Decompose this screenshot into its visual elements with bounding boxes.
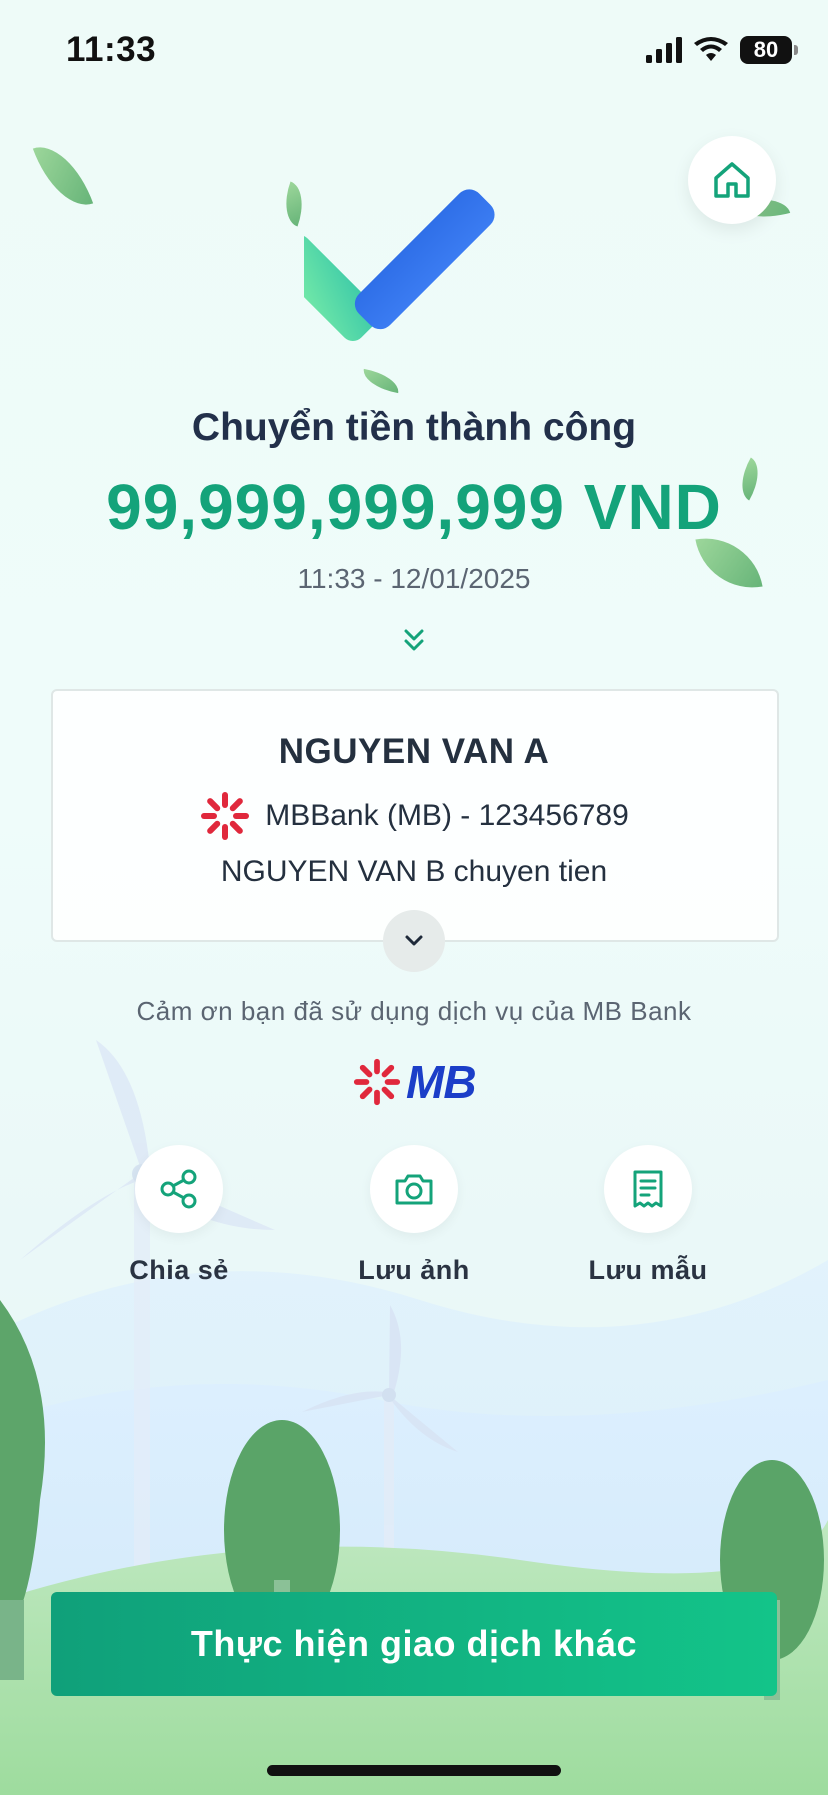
leaf-decoration — [360, 368, 402, 394]
save-image-action[interactable]: Lưu ảnh — [324, 1145, 504, 1286]
leaf-decoration — [32, 135, 94, 217]
share-button[interactable] — [135, 1145, 223, 1233]
new-transaction-button[interactable]: Thực hiện giao dịch khác — [51, 1592, 777, 1696]
save-image-label: Lưu ảnh — [358, 1255, 470, 1285]
save-template-action[interactable]: Lưu mẫu — [558, 1145, 738, 1286]
battery-indicator: 80 — [740, 36, 798, 64]
status-time: 11:33 — [66, 30, 157, 69]
transfer-amount: 99,999,999,999 VND — [106, 471, 722, 543]
save-template-button[interactable] — [604, 1145, 692, 1233]
status-icons: 80 — [646, 36, 798, 64]
double-chevron-down-icon[interactable] — [398, 625, 430, 657]
expand-details-button[interactable] — [383, 910, 445, 972]
transfer-memo: NGUYEN VAN B chuyen tien — [220, 855, 608, 888]
save-template-label: Lưu mẫu — [588, 1255, 708, 1285]
recipient-name: NGUYEN VAN A — [278, 732, 550, 771]
thanks-text: Cảm ơn bạn đã sử dụng dịch vụ của MB Ban… — [136, 996, 692, 1026]
share-label: Chia sẻ — [129, 1255, 229, 1285]
signal-icon — [646, 37, 682, 63]
result-title: Chuyển tiền thành công — [191, 406, 637, 449]
home-icon — [714, 162, 750, 198]
chevron-down-icon — [405, 935, 423, 946]
save-image-button[interactable] — [370, 1145, 458, 1233]
receipt-icon — [633, 1170, 663, 1208]
transfer-datetime: 11:33 - 12/01/2025 — [297, 563, 531, 594]
bank-account-text: MBBank (MB) - 123456789 — [265, 799, 629, 832]
mb-logo-text: MB — [406, 1056, 477, 1108]
home-button[interactable] — [688, 136, 776, 224]
share-action[interactable]: Chia sẻ — [89, 1145, 269, 1286]
share-icon — [160, 1169, 197, 1209]
home-indicator[interactable] — [267, 1765, 561, 1776]
bank-account-row: MBBank (MB) - 123456789 — [0, 790, 828, 842]
success-check-icon — [304, 189, 495, 342]
mb-logo: MB — [352, 1055, 477, 1109]
camera-icon — [395, 1174, 433, 1205]
wifi-icon — [694, 37, 728, 61]
mb-star-logo-icon — [353, 1058, 401, 1106]
mb-star-icon — [201, 792, 250, 840]
